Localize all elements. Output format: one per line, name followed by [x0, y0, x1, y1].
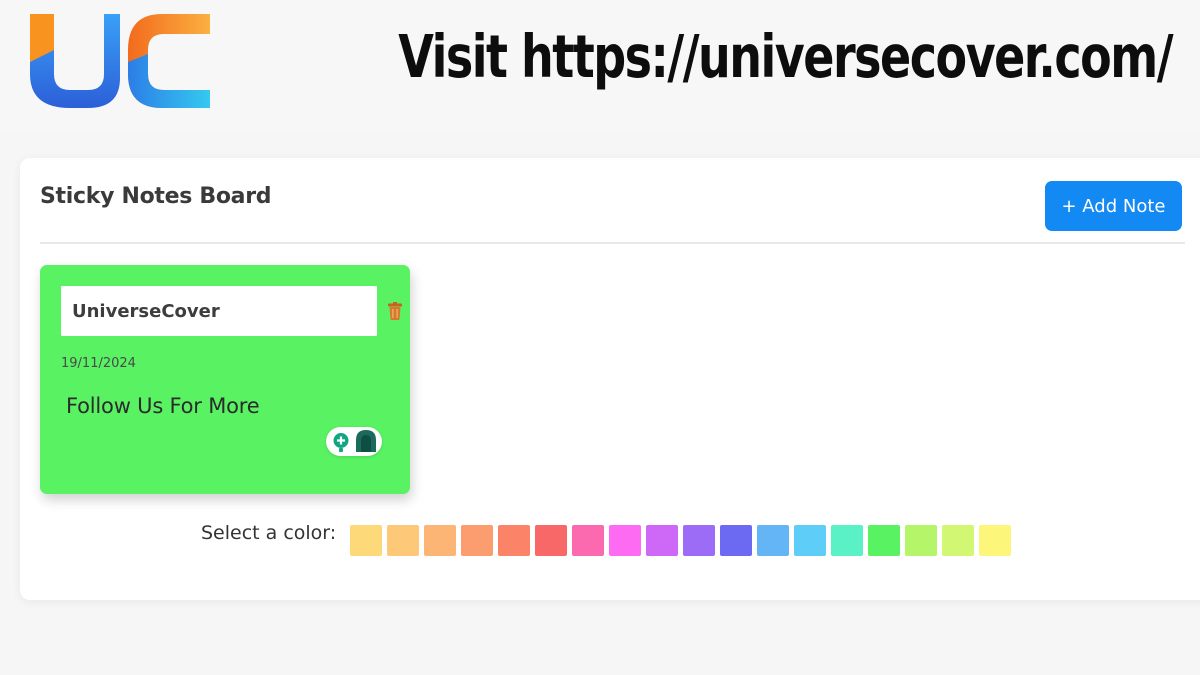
uc-logo	[30, 14, 210, 108]
color-swatch[interactable]	[942, 525, 974, 556]
note-body[interactable]: Follow Us For More	[66, 394, 260, 418]
sticky-note[interactable]: 19/11/2024 Follow Us For More	[40, 265, 410, 494]
color-swatch[interactable]	[535, 525, 567, 556]
board-title: Sticky Notes Board	[40, 184, 272, 209]
color-swatch[interactable]	[609, 525, 641, 556]
add-note-button[interactable]: + Add Note	[1045, 181, 1182, 231]
color-swatch[interactable]	[498, 525, 530, 556]
visit-website-text: Visit https://universecover.com/	[398, 22, 1173, 92]
note-date: 19/11/2024	[61, 356, 136, 371]
note-title-input[interactable]	[61, 286, 377, 336]
color-swatch[interactable]	[461, 525, 493, 556]
color-swatch[interactable]	[831, 525, 863, 556]
board-divider	[40, 242, 1185, 244]
color-swatch[interactable]	[757, 525, 789, 556]
color-swatch[interactable]	[387, 525, 419, 556]
color-swatches	[350, 525, 1011, 556]
select-color-label: Select a color:	[201, 522, 337, 544]
color-swatch[interactable]	[572, 525, 604, 556]
color-swatch[interactable]	[683, 525, 715, 556]
color-swatch[interactable]	[720, 525, 752, 556]
color-swatch[interactable]	[424, 525, 456, 556]
sticky-notes-board: Sticky Notes Board + Add Note 19/11/2024…	[20, 158, 1200, 600]
color-swatch[interactable]	[350, 525, 382, 556]
color-swatch[interactable]	[868, 525, 900, 556]
color-swatch[interactable]	[646, 525, 678, 556]
color-swatch[interactable]	[794, 525, 826, 556]
color-swatch[interactable]	[905, 525, 937, 556]
grammar-assistant-icon[interactable]	[326, 427, 382, 456]
color-swatch[interactable]	[979, 525, 1011, 556]
top-banner: Visit https://universecover.com/	[0, 0, 1200, 132]
trash-icon[interactable]	[387, 302, 403, 320]
